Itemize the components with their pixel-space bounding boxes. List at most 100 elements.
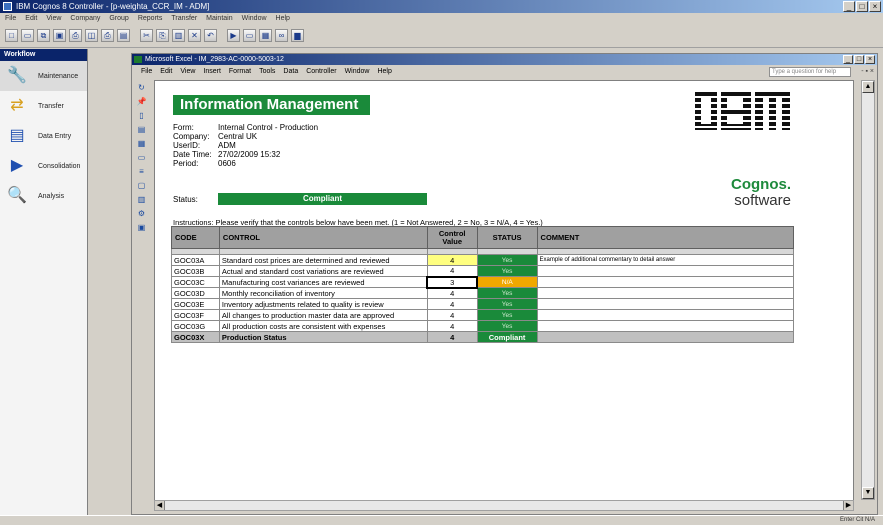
cell-control[interactable]: All production costs are consistent with… — [218, 320, 428, 332]
grid-small-icon[interactable]: ▥ — [136, 194, 147, 205]
worksheet[interactable]: Information Management Cognos. software … — [154, 80, 854, 502]
run-icon[interactable]: ▶ — [227, 29, 240, 42]
cell-control[interactable]: Manufacturing cost variances are reviewe… — [218, 276, 428, 288]
vertical-scrollbar[interactable]: ▲ ▼ — [861, 80, 875, 500]
menu-file[interactable]: File — [5, 13, 16, 24]
cell-control-value-selected[interactable]: 3 — [426, 275, 479, 289]
scroll-up-icon[interactable]: ▲ — [862, 81, 874, 93]
cell-status[interactable]: Yes — [476, 309, 538, 321]
menu-transfer[interactable]: Transfer — [171, 13, 197, 24]
menu-edit[interactable]: Edit — [25, 13, 37, 24]
new-icon[interactable]: □ — [5, 29, 18, 42]
layout-icon[interactable]: ▭ — [243, 29, 256, 42]
scroll-down-icon[interactable]: ▼ — [862, 487, 874, 499]
open-icon[interactable]: ▭ — [21, 29, 34, 42]
menu-help[interactable]: Help — [276, 13, 290, 24]
cell-control[interactable]: Monthly reconciliation of inventory — [218, 287, 428, 299]
menu-reports[interactable]: Reports — [138, 13, 163, 24]
printer-icon[interactable]: ⎙ — [101, 29, 114, 42]
workflow-item-maintenance[interactable]: 🔧 Maintenance — [0, 61, 87, 91]
menu-company[interactable]: Company — [70, 13, 100, 24]
total-code[interactable]: GOC03X — [171, 331, 220, 343]
excel-menu-file[interactable]: File — [141, 65, 152, 79]
gear-icon[interactable]: ⚙ — [136, 208, 147, 219]
grid-icon[interactable]: ▦ — [259, 29, 272, 42]
cell-control-value[interactable]: 4 — [426, 320, 478, 332]
cell-control-value[interactable]: 4 — [426, 287, 478, 299]
menu-window[interactable]: Window — [242, 13, 267, 24]
cell-status[interactable]: N/A — [476, 276, 538, 288]
pin-icon[interactable]: 📌 — [136, 96, 147, 107]
cell-comment[interactable] — [536, 265, 795, 277]
chart-icon[interactable]: ▆ — [291, 29, 304, 42]
cell-status[interactable]: Yes — [476, 320, 538, 332]
cell-control-value[interactable]: 4 — [426, 298, 478, 310]
delete-icon[interactable]: ✕ — [188, 29, 201, 42]
excel-menu-window[interactable]: Window — [345, 65, 370, 79]
cell-comment[interactable] — [536, 309, 795, 321]
refresh-icon[interactable]: ↻ — [136, 82, 147, 93]
document-icon[interactable]: ▯ — [136, 110, 147, 121]
total-value[interactable]: 4 — [426, 331, 478, 343]
print-preview-icon[interactable]: ◫ — [85, 29, 98, 42]
cell-comment[interactable] — [536, 276, 795, 288]
excel-menu-format[interactable]: Format — [229, 65, 251, 79]
cell-code[interactable]: GOC03C — [171, 276, 220, 288]
cell-control[interactable]: Inventory adjustments related to quality… — [218, 298, 428, 310]
cell-code[interactable]: GOC03A — [171, 254, 220, 266]
maximize-button[interactable]: □ — [856, 1, 868, 12]
cell-control-value[interactable]: 4 — [426, 265, 478, 277]
excel-menu-help[interactable]: Help — [377, 65, 391, 79]
workflow-item-data-entry[interactable]: ▤ Data Entry — [0, 121, 87, 151]
cell-status[interactable]: Yes — [476, 254, 538, 266]
excel-menu-controller[interactable]: Controller — [306, 65, 336, 79]
cell-code[interactable]: GOC03F — [171, 309, 220, 321]
cell-status[interactable]: Yes — [476, 265, 538, 277]
scroll-left-icon[interactable]: ◀ — [155, 501, 165, 510]
total-comment[interactable] — [536, 331, 795, 343]
excel-restore-button[interactable]: □ — [854, 55, 864, 64]
cell-comment[interactable] — [536, 320, 795, 332]
cell-code[interactable]: GOC03D — [171, 287, 220, 299]
close-button[interactable]: × — [869, 1, 881, 12]
excel-menu-edit[interactable]: Edit — [160, 65, 172, 79]
excel-menu-data[interactable]: Data — [283, 65, 298, 79]
report-icon[interactable]: ▤ — [117, 29, 130, 42]
cell-control[interactable]: All changes to production master data ar… — [218, 309, 428, 321]
cell-code[interactable]: GOC03G — [171, 320, 220, 332]
menu-group[interactable]: Group — [109, 13, 128, 24]
excel-doc-window-controls[interactable]: - ▪ × — [861, 65, 874, 79]
save-icon[interactable]: ▣ — [53, 29, 66, 42]
copy-doc-icon[interactable]: ⎘ — [156, 29, 169, 42]
cell-code[interactable]: GOC03B — [171, 265, 220, 277]
workflow-item-consolidation[interactable]: ▶ Consolidation — [0, 151, 87, 181]
cell-control-value[interactable]: 4 — [426, 309, 478, 321]
list-icon[interactable]: ▤ — [136, 124, 147, 135]
paste-icon[interactable]: ▥ — [172, 29, 185, 42]
menu-view[interactable]: View — [46, 13, 61, 24]
excel-menu-tools[interactable]: Tools — [259, 65, 275, 79]
save-small-icon[interactable]: ▣ — [136, 222, 147, 233]
help-question-input[interactable]: Type a question for help — [769, 67, 851, 77]
total-status[interactable]: Compliant — [476, 331, 538, 343]
excel-minimize-button[interactable]: _ — [843, 55, 853, 64]
cell-control-value[interactable]: 4 — [426, 254, 478, 266]
cell-control[interactable]: Standard cost prices are determined and … — [218, 254, 428, 266]
total-control[interactable]: Production Status — [218, 331, 428, 343]
cell-control[interactable]: Actual and standard cost variations are … — [218, 265, 428, 277]
scroll-right-icon[interactable]: ▶ — [843, 501, 853, 510]
filter-icon[interactable]: ≡ — [136, 166, 147, 177]
cut-icon[interactable]: ✂ — [140, 29, 153, 42]
minimize-button[interactable]: _ — [843, 1, 855, 12]
table-icon[interactable]: ▦ — [136, 138, 147, 149]
horizontal-scrollbar[interactable]: ◀ ▶ — [154, 500, 854, 511]
workflow-item-analysis[interactable]: 🔍 Analysis — [0, 181, 87, 211]
excel-menu-insert[interactable]: Insert — [203, 65, 221, 79]
undo-icon[interactable]: ↶ — [204, 29, 217, 42]
sheet-icon[interactable]: ▢ — [136, 180, 147, 191]
form-icon[interactable]: ▭ — [136, 152, 147, 163]
copy-icon[interactable]: ⧉ — [37, 29, 50, 42]
cell-comment[interactable] — [536, 287, 795, 299]
print-icon[interactable]: ⎙ — [69, 29, 82, 42]
cell-comment[interactable]: Example of additional commentary to deta… — [536, 254, 795, 266]
